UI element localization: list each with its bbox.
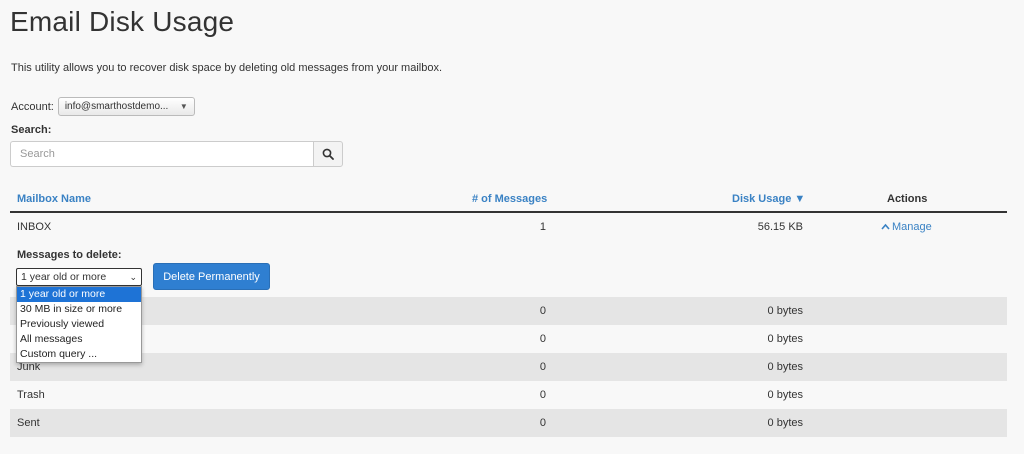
table-row: 0 0 bytes (10, 297, 1007, 325)
dropdown-option[interactable]: 1 year old or more (17, 287, 141, 302)
account-label: Account: (11, 100, 54, 113)
manage-link[interactable]: Manage (881, 221, 932, 233)
disk-usage: 0 bytes (767, 361, 803, 373)
delete-permanently-button[interactable]: Delete Permanently (153, 263, 270, 290)
disk-usage: 0 bytes (767, 305, 803, 317)
disk-usage: 0 bytes (767, 333, 803, 345)
dropdown-option[interactable]: 30 MB in size or more (17, 302, 141, 317)
search-box (10, 141, 343, 167)
table-row: Sent 0 0 bytes (10, 409, 1007, 437)
disk-usage: 0 bytes (767, 389, 803, 401)
search-label: Search: (11, 124, 52, 136)
mailbox-name: Trash (17, 389, 45, 401)
caret-down-icon: ▼ (179, 102, 188, 111)
search-input[interactable] (10, 141, 313, 167)
disk-usage: 0 bytes (767, 417, 803, 429)
search-button[interactable] (313, 141, 343, 167)
manage-panel: Messages to delete: 1 year old or more ⌄… (10, 241, 1007, 297)
table-row: Junk 0 0 bytes (10, 353, 1007, 381)
disk-usage: 56.15 KB (757, 221, 803, 233)
table-row: 0 0 bytes (10, 325, 1007, 353)
column-message-count[interactable]: # of Messages (472, 193, 547, 205)
dropdown-option[interactable]: Custom query ... (17, 347, 141, 362)
chevron-down-icon: ⌄ (129, 271, 137, 282)
account-select[interactable]: info@smarthostdemo... ▼ (57, 97, 195, 116)
column-disk-usage[interactable]: Disk Usage ▼ (732, 193, 805, 205)
message-count: 1 (539, 221, 546, 233)
dropdown-option[interactable]: Previously viewed (17, 317, 141, 332)
message-count: 0 (539, 361, 546, 373)
table-row: Trash 0 0 bytes (10, 381, 1007, 409)
dropdown-option[interactable]: All messages (17, 332, 141, 347)
message-count: 0 (539, 389, 546, 401)
column-actions: Actions (887, 193, 928, 205)
search-icon (322, 148, 334, 160)
account-row: Account: info@smarthostdemo... ▼ (11, 97, 195, 116)
page-description: This utility allows you to recover disk … (11, 62, 443, 74)
message-count: 0 (539, 417, 546, 429)
column-mailbox-name[interactable]: Mailbox Name (17, 193, 91, 205)
manage-label: Manage (892, 221, 932, 233)
message-count: 0 (539, 333, 546, 345)
messages-to-delete-label: Messages to delete: (17, 249, 122, 261)
mailbox-name: Sent (17, 417, 40, 429)
mailbox-name: INBOX (17, 221, 52, 233)
account-selected-value: info@smarthostdemo... (64, 101, 169, 112)
chevron-up-icon (881, 223, 890, 230)
messages-to-delete-select[interactable]: 1 year old or more ⌄ (16, 268, 142, 286)
table-header: Mailbox Name # of Messages Disk Usage ▼ … (10, 187, 1007, 213)
messages-to-delete-dropdown: 1 year old or more 30 MB in size or more… (16, 286, 142, 363)
table-row: INBOX 1 56.15 KB Manage (10, 213, 1007, 241)
messages-selected-value: 1 year old or more (21, 271, 107, 283)
page-title: Email Disk Usage (10, 6, 235, 37)
message-count: 0 (539, 305, 546, 317)
mailbox-table: Mailbox Name # of Messages Disk Usage ▼ … (10, 187, 1007, 437)
